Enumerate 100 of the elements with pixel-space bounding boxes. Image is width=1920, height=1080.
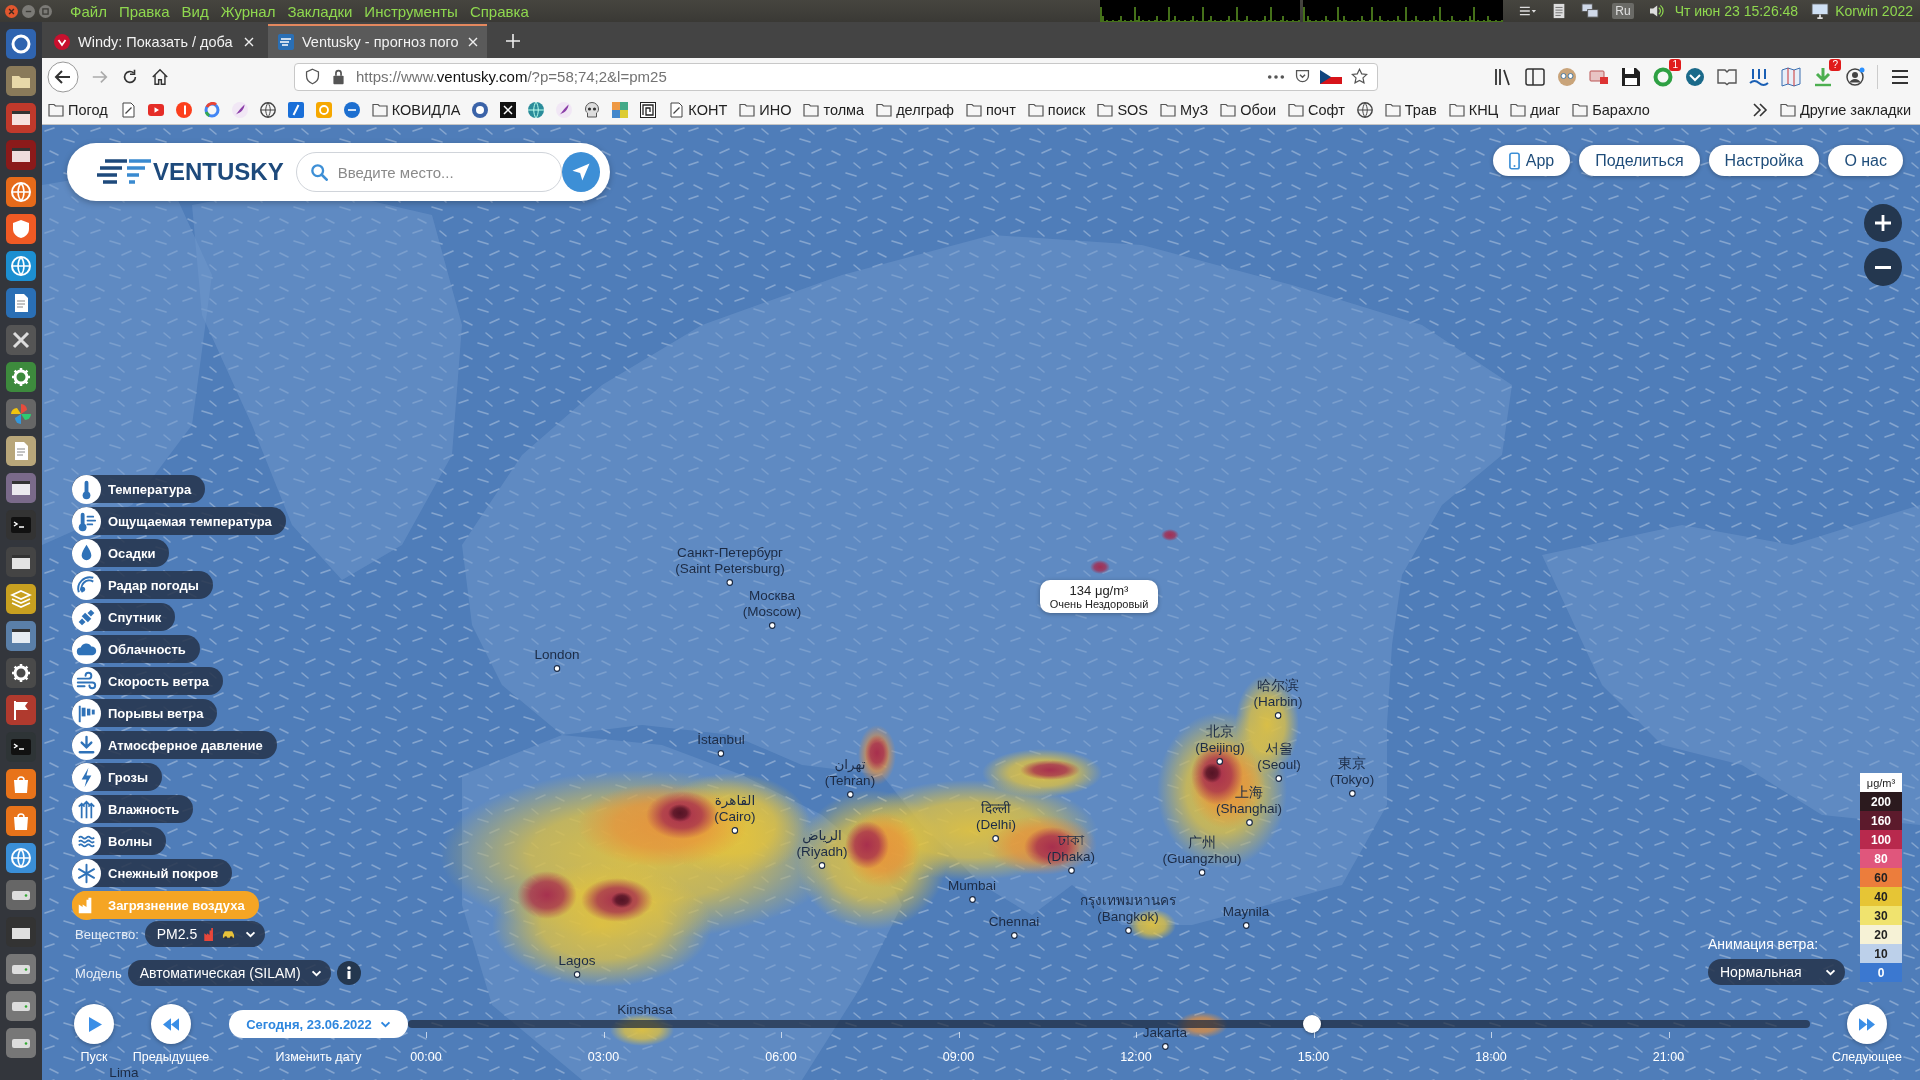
- account-icon[interactable]: [1845, 66, 1865, 87]
- logo-text[interactable]: VENTUSKY: [153, 158, 284, 186]
- shield-icon[interactable]: [304, 68, 321, 85]
- note-icon[interactable]: [119, 101, 136, 118]
- bag-icon[interactable]: [6, 806, 36, 836]
- layer-item[interactable]: Скорость ветра: [72, 667, 223, 695]
- skull-icon[interactable]: [584, 101, 601, 118]
- sidebar-icon[interactable]: [1525, 66, 1545, 87]
- wind-animation-dropdown[interactable]: Нормальная: [1708, 959, 1845, 985]
- play-icon[interactable]: [147, 101, 164, 118]
- date-dropdown[interactable]: Сегодня, 23.06.2022: [229, 1010, 408, 1038]
- window-icon[interactable]: [6, 103, 36, 133]
- bookmark-folder[interactable]: Софт: [1288, 101, 1345, 118]
- window-icon[interactable]: [6, 140, 36, 170]
- drive-icon[interactable]: [6, 880, 36, 910]
- window-icon[interactable]: [6, 621, 36, 651]
- window-icon[interactable]: [6, 547, 36, 577]
- menu-item[interactable]: Правка: [118, 2, 170, 20]
- bookmark-folder[interactable]: Барахло: [1572, 101, 1650, 118]
- bookmark-folder[interactable]: ИНО: [739, 101, 792, 118]
- globe-icon[interactable]: [6, 177, 36, 207]
- feather-icon[interactable]: [556, 101, 573, 118]
- folder-icon[interactable]: [6, 66, 36, 96]
- bookmark-folder[interactable]: Погод: [48, 101, 108, 118]
- menu-item[interactable]: Инструменты: [364, 2, 458, 20]
- chevron-circle-icon[interactable]: [1685, 66, 1705, 87]
- browser-tab[interactable]: Windy: Показать / доба: [44, 24, 263, 58]
- gear-icon[interactable]: [6, 658, 36, 688]
- bookmark-folder[interactable]: диаг: [1510, 101, 1561, 118]
- globe-icon[interactable]: [259, 101, 276, 118]
- tools-icon[interactable]: [6, 325, 36, 355]
- more-icon[interactable]: [1267, 73, 1285, 80]
- lock-icon[interactable]: [330, 68, 347, 85]
- double-chevron-icon[interactable]: [1751, 101, 1768, 118]
- circle-icon[interactable]: [175, 101, 192, 118]
- bookmark-folder[interactable]: толма: [803, 101, 865, 118]
- bookmark-folder[interactable]: поиск: [1027, 101, 1086, 118]
- terminal-icon[interactable]: [6, 732, 36, 762]
- circle-icon[interactable]: [343, 101, 360, 118]
- minimize-icon[interactable]: [22, 4, 35, 18]
- ring-icon[interactable]: [6, 29, 36, 59]
- layer-item[interactable]: Влажность: [72, 795, 194, 823]
- address-bar[interactable]: https://www.ventusky.com/?p=58;74;2&l=pm25: [294, 62, 1378, 91]
- settings-button[interactable]: Настройка: [1708, 145, 1820, 176]
- layers-icon[interactable]: [6, 584, 36, 614]
- gear-icon[interactable]: [6, 362, 36, 392]
- bookmark-folder[interactable]: МуЗ: [1160, 101, 1209, 118]
- menu-item[interactable]: Файл: [70, 2, 107, 20]
- bookmark-folder[interactable]: КОВИДЛА: [371, 101, 461, 118]
- drive-icon[interactable]: [6, 1028, 36, 1058]
- layer-item[interactable]: Атмосферное давление: [72, 731, 277, 759]
- spiral-icon[interactable]: [640, 101, 657, 118]
- menu-item[interactable]: Журнал: [220, 2, 276, 20]
- bookmark-folder[interactable]: КНЦ: [1448, 101, 1499, 118]
- monitor-icon[interactable]: [1811, 3, 1830, 19]
- bookmark-folder[interactable]: Обои: [1220, 101, 1277, 118]
- window-icon[interactable]: [6, 917, 36, 947]
- bookmark-folder[interactable]: почт: [966, 101, 1016, 118]
- close-icon[interactable]: [244, 37, 254, 47]
- mosaic-icon[interactable]: [612, 101, 629, 118]
- window-icon[interactable]: [6, 473, 36, 503]
- layer-item[interactable]: Спутник: [72, 603, 176, 631]
- layer-item[interactable]: Снежный покров: [72, 859, 233, 887]
- close-icon[interactable]: [468, 37, 478, 47]
- browser-tab[interactable]: Ventusky - прогноз пого: [268, 24, 487, 58]
- shield-icon[interactable]: [6, 214, 36, 244]
- keyboard-layout-indicator[interactable]: Ru: [1612, 3, 1634, 19]
- globe-icon[interactable]: [6, 843, 36, 873]
- chevron-shield-icon[interactable]: [1294, 68, 1311, 85]
- circle-icon[interactable]: [472, 101, 489, 118]
- share-button[interactable]: Поделиться: [1579, 145, 1700, 176]
- search-field[interactable]: Введите место...: [295, 152, 562, 192]
- monitors-icon[interactable]: [1581, 3, 1600, 19]
- cross-square-icon[interactable]: [500, 101, 517, 118]
- bars-wave-icon[interactable]: [1749, 66, 1769, 87]
- app-button[interactable]: App: [1492, 145, 1571, 176]
- bookmark-folder[interactable]: Другие закладки: [1779, 101, 1911, 118]
- menu-item[interactable]: Закладки: [287, 2, 353, 20]
- slash-icon[interactable]: [287, 101, 304, 118]
- bag-icon[interactable]: [6, 769, 36, 799]
- user-name[interactable]: Korwin 2022: [1835, 3, 1913, 19]
- bookmark-folder[interactable]: Трав: [1384, 101, 1437, 118]
- substance-dropdown[interactable]: PM2.5: [144, 921, 266, 947]
- star-icon[interactable]: [1351, 68, 1368, 85]
- layer-item[interactable]: Ощущаемая температура: [72, 507, 286, 535]
- reload-icon[interactable]: [121, 67, 139, 86]
- globe-icon[interactable]: [1356, 101, 1373, 118]
- bookmark[interactable]: КОНТ: [668, 101, 728, 118]
- download-icon[interactable]: [1813, 66, 1833, 87]
- flag-icon[interactable]: [1320, 69, 1342, 84]
- layer-item[interactable]: Радар погоды: [72, 571, 213, 599]
- face-icon[interactable]: [1557, 66, 1577, 87]
- layer-item[interactable]: Осадки: [72, 539, 170, 567]
- menu-item[interactable]: Справка: [469, 2, 529, 20]
- ring-icon[interactable]: [1653, 66, 1673, 87]
- clock[interactable]: Чт июн 23 15:26:48: [1674, 3, 1799, 19]
- pinwheel-icon[interactable]: [6, 399, 36, 429]
- bookmark-folder[interactable]: делграф: [876, 101, 954, 118]
- menu-item[interactable]: Вид: [181, 2, 209, 20]
- plus-icon[interactable]: [506, 34, 520, 48]
